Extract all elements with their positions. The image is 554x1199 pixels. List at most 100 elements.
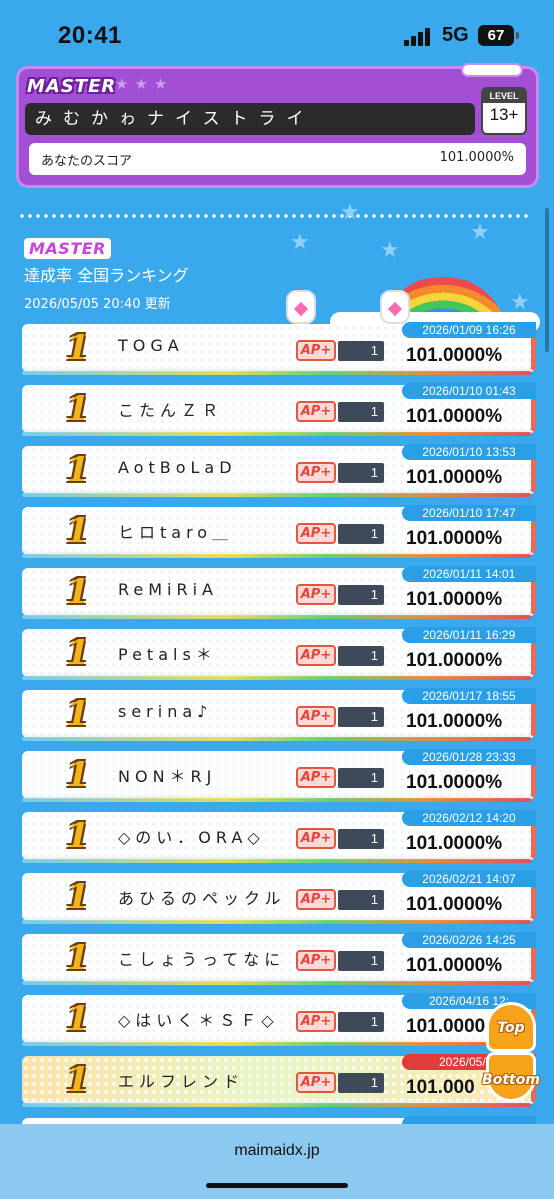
star-decoration: ★ [290,230,310,255]
date-tag: 2026/01/11 14:01 [402,566,536,582]
ranking-title: 達成率 全国ランキング [24,266,189,285]
ranking-row[interactable]: 1 こしょうってなに AP+ 1 2026/02/26 14:25 101.0000% [22,932,536,985]
score-percent: 101.0000% [406,955,503,976]
ranking-row[interactable]: 1 ◇はいく＊ＳＦ◇ AP+ 1 2026/04/16 12: 101.0000 [22,993,536,1046]
player-name: NON＊RJ [118,767,217,786]
score-percent: 101.0000% [406,772,503,793]
ranking-row[interactable]: 1 NON＊RJ AP+ 1 2026/01/28 23:33 101.0000% [22,749,536,802]
song-panel: MASTER ★★★ みむかゎナイストライ LEVEL 13+ あなたのスコア … [16,63,539,188]
date-tag: 2026/01/28 23:33 [402,749,536,765]
rank-number: 1 [66,694,90,734]
level-label: LEVEL [483,89,525,103]
mascot-icon [380,290,410,324]
battery-icon: 67 [478,25,519,46]
ranking-row[interactable]: 1 あひるのペックル AP+ 1 2026/02/21 14:07 101.0000% [22,871,536,924]
star-icon: ★★★ [115,75,174,93]
date-tag: 2026/01/09 16:26 [402,322,536,338]
ranking-row[interactable]: 1 ヒロtaro＿ AP+ 1 2026/01/10 17:47 101.0000% [22,505,536,558]
scroll-bottom-button[interactable]: Bottom [480,1048,542,1110]
ranking-row[interactable]: 1 Petals＊ AP+ 1 2026/01/11 16:29 101.0000% [22,627,536,680]
game-logo [461,63,523,77]
player-name: ◇のい．ORA◇ [118,828,265,847]
score-percent: 101.0000% [406,528,503,549]
player-name: serina♪ [118,702,213,721]
ap-plus-badge: AP+ [296,889,336,910]
mascot-icon [286,290,316,324]
player-name: TOGA [118,336,184,355]
score-percent: 101.0000% [406,833,503,854]
rank-number: 1 [66,389,90,429]
your-score-bar: あなたのスコア 101.0000% [29,143,526,175]
rank-number: 1 [66,816,90,856]
date-tag: 2026/02/21 14:07 [402,871,536,887]
ranking-row[interactable]: 1 ReMiRiA AP+ 1 2026/01/11 14:01 101.0000% [22,566,536,619]
ap-plus-badge: AP+ [296,401,336,422]
scrollbar[interactable] [545,208,549,352]
ap-plus-badge: AP+ [296,340,336,361]
ap-plus-badge: AP+ [296,767,336,788]
play-count: 1 [338,524,384,544]
date-tag: 2026/01/10 01:43 [402,383,536,399]
date-tag: 2026/02/12 14:20 [402,810,536,826]
play-count: 1 [338,951,384,971]
score-percent: 101.0000% [406,650,503,671]
rank-number: 1 [66,999,90,1039]
level-value: 13+ [489,105,519,124]
ap-plus-badge: AP+ [296,645,336,666]
ranking-row[interactable]: 1 こたんＺＲ AP+ 1 2026/01/10 01:43 101.0000% [22,383,536,436]
home-indicator[interactable] [206,1183,348,1188]
play-count: 1 [338,463,384,483]
rank-number: 1 [66,755,90,795]
rank-number: 1 [66,877,90,917]
url-text: maimaidx.jp [234,1142,320,1159]
player-name: Petals＊ [118,645,217,664]
browser-address-bar[interactable]: maimaidx.jp [0,1124,554,1199]
ranking-row[interactable]: 1 serina♪ AP+ 1 2026/01/17 18:55 101.0000% [22,688,536,741]
date-tag: 2026/02/26 14:25 [402,932,536,948]
network-type: 5G [442,24,469,46]
ranking-row[interactable]: 1 エルフレンド AP+ 1 2026/05/05 101.000 [22,1054,536,1107]
star-decoration: ★ [340,200,360,225]
signal-icon [404,28,434,46]
player-name: ヒロtaro＿ [118,523,234,542]
ap-plus-badge: AP+ [296,950,336,971]
ranking-row[interactable]: 1 ◇のい．ORA◇ AP+ 1 2026/02/12 14:20 101.0000% [22,810,536,863]
play-count: 1 [338,341,384,361]
play-count: 1 [338,890,384,910]
scroll-bottom-label: Bottom [482,1072,540,1088]
score-percent: 101.0000% [406,894,503,915]
ap-plus-badge: AP+ [296,584,336,605]
your-score-label: あなたのスコア [41,154,133,169]
play-count: 1 [338,829,384,849]
rank-number: 1 [66,938,90,978]
ap-plus-badge: AP+ [296,706,336,727]
status-time: 20:41 [58,22,122,49]
player-name: エルフレンド [118,1072,245,1091]
ap-plus-badge: AP+ [296,462,336,483]
play-count: 1 [338,707,384,727]
ranking-difficulty-tag: MASTER [24,238,111,259]
difficulty-tag: MASTER [27,76,117,97]
score-percent: 101.0000 [406,1016,486,1037]
score-percent: 101.0000% [406,589,503,610]
rank-number: 1 [66,572,90,612]
date-tag: 2026/01/10 17:47 [402,505,536,521]
ranking-updated: 2026/05/05 20:40 更新 [24,297,171,312]
ranking-row[interactable]: 1 AotBoLaD AP+ 1 2026/01/10 13:53 101.0000% [22,444,536,497]
song-title: みむかゎナイストライ [25,103,475,135]
rank-number: 1 [66,328,90,368]
your-score-value: 101.0000% [439,150,514,165]
dotted-divider [18,214,530,218]
ranking-row[interactable]: 1 TOGA AP+ 1 2026/01/09 16:26 101.0000% [22,322,536,375]
rank-number: 1 [66,1060,90,1100]
score-percent: 101.0000% [406,711,503,732]
scroll-top-label: Top [497,1020,525,1036]
rank-number: 1 [66,511,90,551]
player-name: こしょうってなに [118,950,286,969]
star-decoration: ★ [380,238,400,263]
score-percent: 101.0000% [406,467,503,488]
player-name: ◇はいく＊ＳＦ◇ [118,1011,279,1030]
score-percent: 101.000 [406,1077,475,1098]
date-tag: 2026/01/10 13:53 [402,444,536,460]
star-decoration: ★ [470,220,490,245]
